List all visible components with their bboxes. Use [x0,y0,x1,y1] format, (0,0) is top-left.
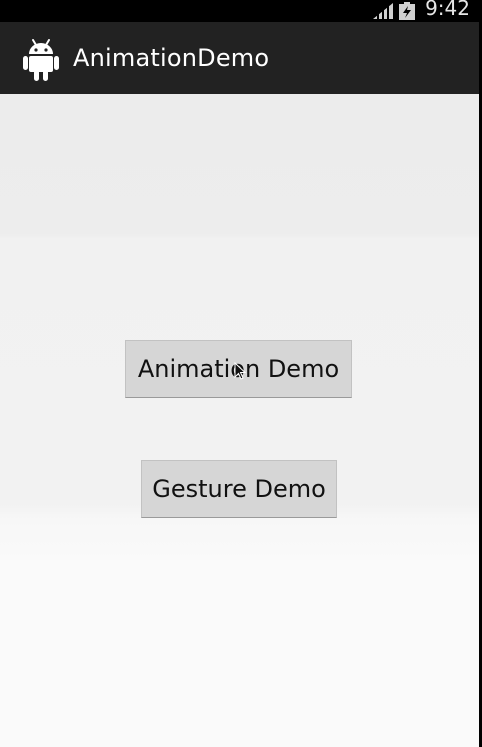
action-bar: AnimationDemo [0,22,482,94]
signal-icon [373,3,394,19]
battery-icon [399,2,416,20]
status-bar: 9:42 [0,0,482,22]
app-screen: 9:42 AnimationDemo Animation Demo Gestur… [0,0,482,747]
status-time: 9:42 [425,0,470,20]
gesture-demo-button[interactable]: Gesture Demo [141,460,337,518]
app-title: AnimationDemo [73,44,270,72]
content-area [0,94,482,747]
mouse-cursor-icon [234,361,247,380]
android-robot-icon[interactable] [22,38,60,82]
status-icons: 9:42 [373,0,470,22]
